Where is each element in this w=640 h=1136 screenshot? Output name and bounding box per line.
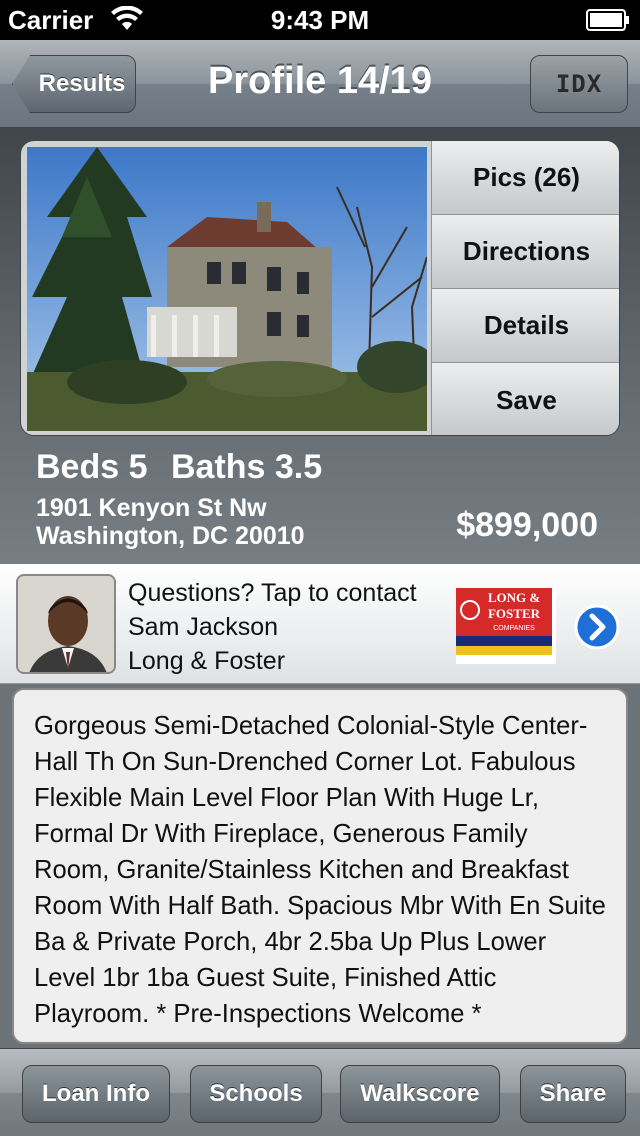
details-button[interactable]: Details — [431, 289, 619, 363]
house-photo[interactable] — [27, 147, 427, 431]
address-line-1: 1901 Kenyon St Nw — [36, 494, 267, 522]
schools-button[interactable]: Schools — [190, 1065, 322, 1123]
address: 1901 Kenyon St Nw Washington, DC 20010 — [36, 494, 305, 550]
photo-panel: Pics (26) Directions Details Save — [20, 140, 620, 436]
baths-label: Baths 3.5 — [170, 448, 323, 486]
pics-button[interactable]: Pics (26) — [431, 141, 619, 215]
svg-text:COMPANIES: COMPANIES — [493, 625, 535, 632]
loan-info-button[interactable]: Loan Info — [22, 1065, 170, 1123]
share-button[interactable]: Share — [520, 1065, 626, 1123]
agent-company: Long & Foster — [128, 647, 286, 675]
bottom-toolbar: Loan Info Schools Walkscore Share — [0, 1048, 640, 1136]
long-foster-logo: LONG & FOSTER COMPANIES — [456, 588, 556, 664]
save-button[interactable]: Save — [431, 363, 619, 435]
contact-prompt: Questions? Tap to contact — [128, 579, 417, 607]
address-line-2: Washington, DC 20010 — [36, 522, 305, 550]
listing-header: Pics (26) Directions Details Save Beds 5… — [0, 128, 640, 564]
agent-info: Questions? Tap to contact Sam Jackson Lo… — [128, 576, 417, 678]
agent-contact-row[interactable]: Questions? Tap to contact Sam Jackson Lo… — [0, 564, 640, 684]
status-bar: Carrier 9:43 PM — [0, 0, 640, 40]
agent-avatar — [16, 574, 116, 674]
idx-logo: IDX — [555, 70, 603, 98]
listing-description: Gorgeous Semi-Detached Colonial-Style Ce… — [12, 688, 628, 1044]
price: $899,000 — [456, 506, 598, 544]
agent-portrait-icon — [18, 576, 114, 672]
svg-text:LONG &: LONG & — [488, 590, 541, 605]
beds-label: Beds 5 — [36, 448, 148, 486]
chevron-right-icon[interactable] — [574, 604, 620, 650]
clock: 9:43 PM — [270, 5, 370, 35]
svg-text:FOSTER: FOSTER — [488, 606, 541, 621]
idx-button[interactable]: IDX — [530, 55, 628, 113]
agent-name: Sam Jackson — [128, 613, 279, 641]
battery-icon — [586, 9, 629, 31]
walkscore-button[interactable]: Walkscore — [340, 1065, 500, 1123]
navigation-bar: Results Profile 14/19 IDX — [0, 40, 640, 128]
listing-action-list: Pics (26) Directions Details Save — [431, 141, 619, 435]
directions-button[interactable]: Directions — [431, 215, 619, 289]
beds-baths: Beds 5 Baths 3.5 — [36, 448, 336, 487]
